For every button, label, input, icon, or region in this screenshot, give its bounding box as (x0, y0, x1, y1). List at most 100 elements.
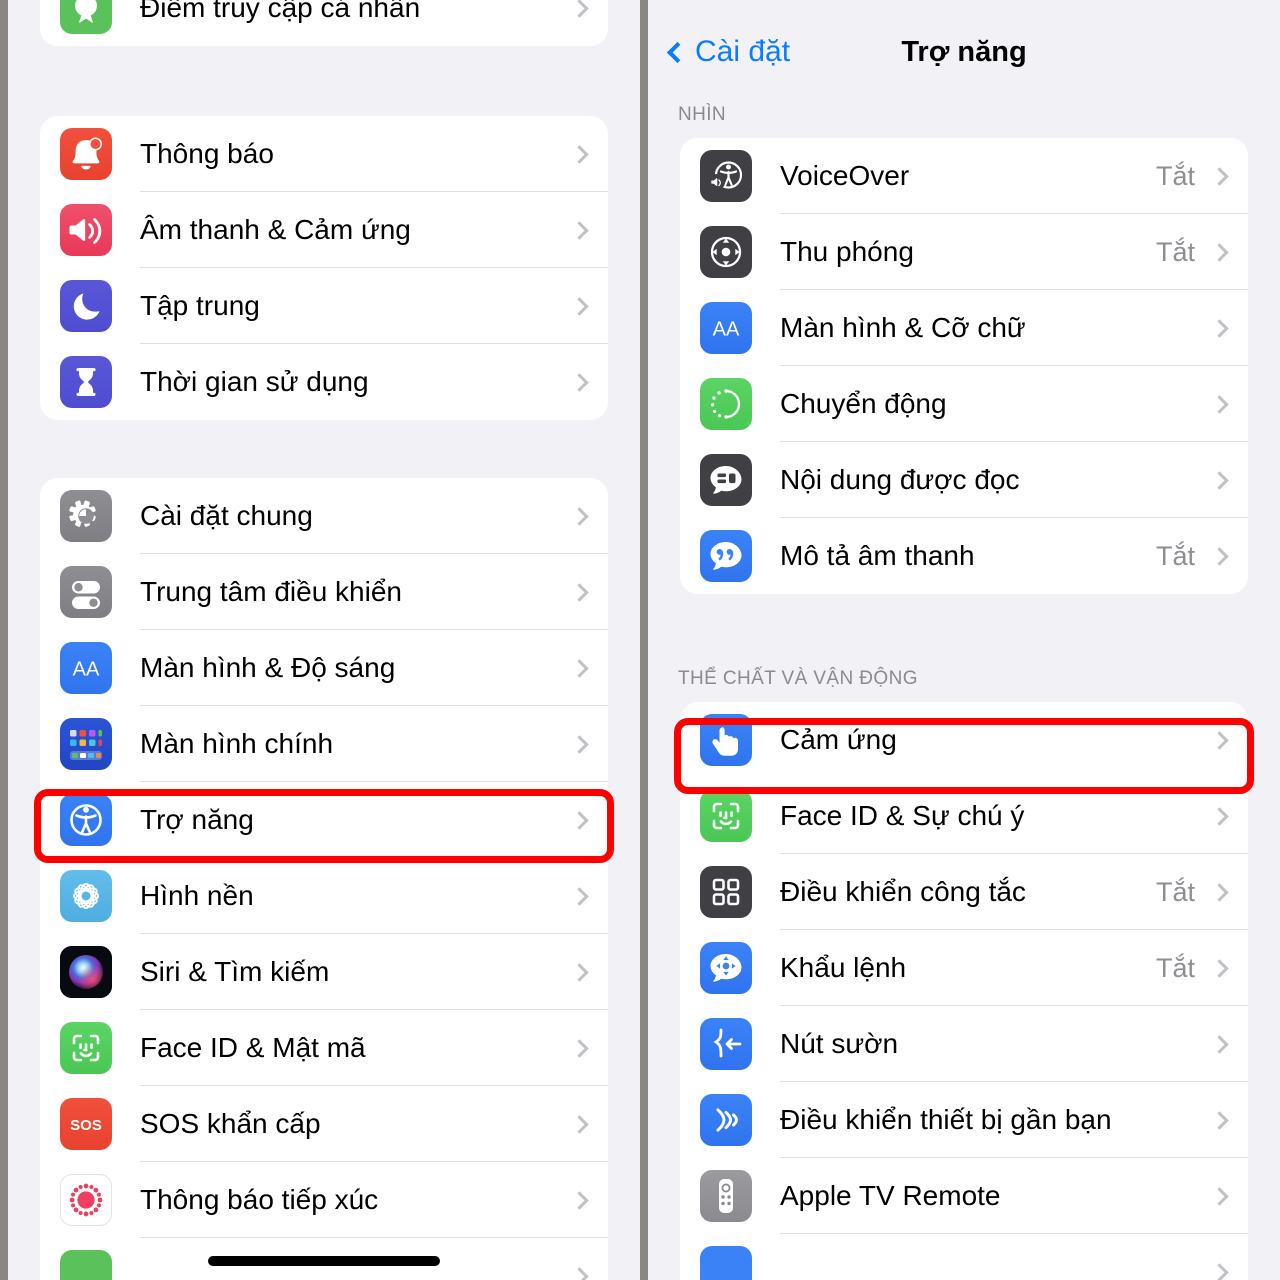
chevron-right-icon (1210, 1262, 1229, 1280)
row-label: Trợ năng (140, 804, 254, 835)
row-label: Mô tả âm thanh (780, 540, 975, 571)
row-general[interactable]: Cài đặt chung (40, 478, 608, 554)
touch-icon (700, 714, 752, 766)
apple-tv-remote-icon (700, 1170, 752, 1222)
row-label: Điều khiển công tắc (780, 876, 1026, 907)
row-wallpaper[interactable]: Hình nền (40, 858, 608, 934)
row-label: Nội dung được đọc (780, 464, 1020, 495)
voice-control-icon (700, 942, 752, 994)
row-label: Chuyển động (780, 388, 947, 419)
chevron-right-icon (1210, 546, 1229, 566)
row-label: Khẩu lệnh (780, 952, 907, 983)
wallpaper-icon (60, 870, 112, 922)
settings-group-vision: VoiceOver Tắt Thu phóng Tắt AA Màn hình … (680, 138, 1248, 594)
row-label: Màn hình chính (140, 728, 334, 759)
settings-group-general: Cài đặt chung Trung tâm điều khiển AA Mà… (40, 478, 608, 1280)
svg-text:AA: AA (713, 319, 740, 341)
siri-icon (60, 946, 112, 998)
row-value: Tắt (1155, 160, 1195, 191)
row-label: Thông báo (140, 138, 274, 169)
row-label: Màn hình & Độ sáng (140, 652, 396, 683)
row-label: Face ID & Sự chú ý (780, 800, 1025, 831)
motion-icon (700, 378, 752, 430)
row-label: Điều khiển thiết bị gần bạn (780, 1104, 1112, 1135)
row-label: Nút sườn (780, 1028, 899, 1059)
spoken-content-icon (700, 454, 752, 506)
chevron-right-icon (570, 962, 589, 982)
back-button[interactable]: Cài đặt (666, 35, 791, 69)
nearby-device-control-icon (700, 1094, 752, 1146)
row-label: Face ID & Mật mã (140, 1032, 366, 1063)
row-label: Cài đặt chung (140, 500, 313, 531)
row-focus[interactable]: Tập trung (40, 268, 608, 344)
chevron-right-icon (570, 886, 589, 906)
chevron-right-icon (1210, 806, 1229, 826)
row-display-text-size[interactable]: AA Màn hình & Cỡ chữ (680, 290, 1248, 366)
settings-group-notifications: Thông báo Âm thanh & Cảm ứng Tập trung T… (40, 116, 608, 420)
row-motion[interactable]: Chuyển động (680, 366, 1248, 442)
exposure-notification-icon (60, 1174, 112, 1226)
personal-hotspot-icon (60, 0, 112, 34)
row-voiceover[interactable]: VoiceOver Tắt (680, 138, 1248, 214)
section-header-physical-motor: THỂ CHẤT VÀ VẬN ĐỘNG (678, 668, 918, 689)
home-indicator (208, 1256, 440, 1266)
chevron-right-icon (570, 144, 589, 164)
row-label: Tập trung (140, 290, 260, 321)
row-zoom[interactable]: Thu phóng Tắt (680, 214, 1248, 290)
chevron-right-icon (570, 1038, 589, 1058)
row-screen-time[interactable]: Thời gian sử dụng (40, 344, 608, 420)
row-control-center[interactable]: Trung tâm điều khiển (40, 554, 608, 630)
row-accessibility[interactable]: Trợ năng (40, 782, 608, 858)
navigation-bar: Cài đặt Trợ năng (648, 0, 1280, 104)
row-siri-search[interactable]: Siri & Tìm kiếm (40, 934, 608, 1010)
chevron-right-icon (570, 296, 589, 316)
row-value: Tắt (1155, 876, 1195, 907)
row-nearby-device-control[interactable]: Điều khiển thiết bị gần bạn (680, 1082, 1248, 1158)
row-home-screen[interactable]: Màn hình chính (40, 706, 608, 782)
svg-text:AA: AA (73, 659, 100, 681)
row-notifications[interactable]: Thông báo (40, 116, 608, 192)
row-apple-tv-remote[interactable]: Apple TV Remote (680, 1158, 1248, 1234)
row-label: Thời gian sử dụng (140, 366, 369, 397)
row-voice-control[interactable]: Khẩu lệnh Tắt (680, 930, 1248, 1006)
row-switch-control[interactable]: Điều khiển công tắc Tắt (680, 854, 1248, 930)
svg-text:SOS: SOS (70, 1117, 102, 1134)
face-id-attention-icon (700, 790, 752, 842)
speaker-waves-icon (60, 204, 112, 256)
accessibility-detail-panel: Cài đặt Trợ năng NHÌN VoiceOver Tắt Thu … (648, 0, 1280, 1280)
row-audio-descriptions[interactable]: Mô tả âm thanh Tắt (680, 518, 1248, 594)
gear-icon (60, 490, 112, 542)
row-label: Điểm truy cập cá nhân (140, 0, 421, 23)
row-personal-hotspot[interactable]: Điểm truy cập cá nhân (40, 0, 608, 46)
row-spoken-content[interactable]: Nội dung được đọc (680, 442, 1248, 518)
chevron-right-icon (570, 734, 589, 754)
row-touch[interactable]: Cảm ứng (680, 702, 1248, 778)
back-button-label: Cài đặt (695, 35, 791, 68)
chevron-right-icon (1210, 394, 1229, 414)
chevron-right-icon (1210, 958, 1229, 978)
side-button-icon (700, 1018, 752, 1070)
chevron-right-icon (1210, 1186, 1229, 1206)
row-label: Âm thanh & Cảm ứng (140, 214, 411, 245)
row-label: Màn hình & Cỡ chữ (780, 312, 1026, 343)
screenshot-root: Điểm truy cập cá nhân Thông báo Âm thanh… (0, 0, 1280, 1280)
row-exposure-notifications[interactable]: Thông báo tiếp xúc (40, 1162, 608, 1238)
home-screen-icon (60, 718, 112, 770)
row-clipped-bottom[interactable] (680, 1234, 1248, 1280)
row-display-brightness[interactable]: AA Màn hình & Độ sáng (40, 630, 608, 706)
row-face-id-passcode[interactable]: Face ID & Mật mã (40, 1010, 608, 1086)
chevron-right-icon (570, 506, 589, 526)
chevron-right-icon (570, 1114, 589, 1134)
row-label: Siri & Tìm kiếm (140, 956, 330, 987)
chevron-right-icon (1210, 166, 1229, 186)
row-side-button[interactable]: Nút sườn (680, 1006, 1248, 1082)
audio-description-icon (700, 530, 752, 582)
blue-app-icon (700, 1246, 752, 1280)
row-label: Trung tâm điều khiển (140, 576, 402, 607)
hourglass-icon (60, 356, 112, 408)
row-emergency-sos[interactable]: SOS SOS khẩn cấp (40, 1086, 608, 1162)
chevron-right-icon (1210, 882, 1229, 902)
chevron-right-icon (570, 372, 589, 392)
row-sounds-haptics[interactable]: Âm thanh & Cảm ứng (40, 192, 608, 268)
row-face-id-attention[interactable]: Face ID & Sự chú ý (680, 778, 1248, 854)
